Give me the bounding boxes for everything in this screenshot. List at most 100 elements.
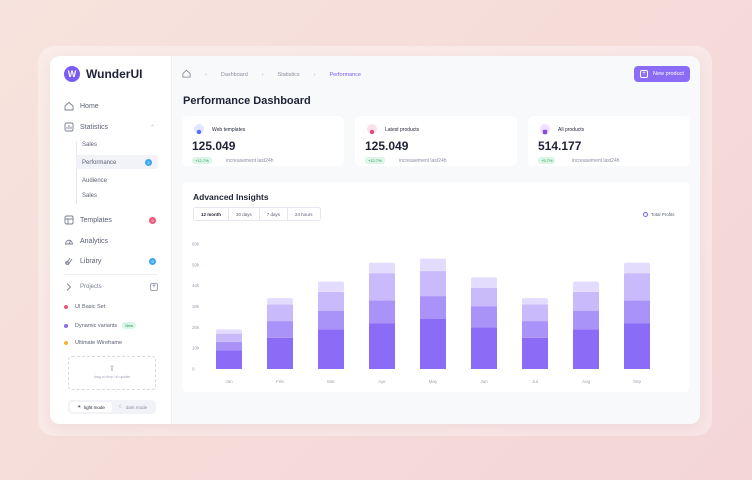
bar-segment-feb-1[interactable]	[267, 337, 293, 369]
chevron-up-icon[interactable]: ⌃	[150, 124, 156, 131]
card-value: 125.049	[192, 139, 236, 153]
breadcrumb-item[interactable]: Statistics	[278, 72, 300, 78]
sidebar-item-label: Statistics	[80, 123, 109, 131]
bar-segment-mar-4[interactable]	[318, 281, 344, 292]
bar-segment-may-3[interactable]	[420, 271, 446, 297]
app-window: W WunderUI Home Statistics ⌃ Sales Perfo…	[50, 56, 700, 424]
card-note: increasement last24h	[226, 158, 274, 164]
project-item[interactable]: Dynamic variants New	[64, 322, 137, 329]
chevron-right-icon: ›	[205, 71, 207, 78]
bar-segment-apr-3[interactable]	[369, 273, 395, 301]
bar-segment-jan-2[interactable]	[216, 341, 242, 351]
sidebar-item-home[interactable]: Home	[64, 101, 160, 111]
chevron-right-icon: ›	[313, 71, 316, 78]
new-product-button[interactable]: + New product	[634, 66, 690, 82]
bar-segment-aug-1[interactable]	[573, 329, 599, 369]
bar-segment-aug-2[interactable]	[573, 310, 599, 330]
bar-segment-jul-4[interactable]	[522, 298, 548, 305]
moon-icon: ☾	[118, 404, 123, 409]
sidebar-item-analytics[interactable]: Analytics	[64, 236, 160, 246]
bar-segment-apr-2[interactable]	[369, 300, 395, 324]
sidebar-item-library[interactable]: Library 9	[64, 256, 160, 266]
bar-segment-jun-4[interactable]	[471, 277, 497, 288]
bar-segment-jan-3[interactable]	[216, 333, 242, 342]
home-icon[interactable]	[182, 69, 191, 80]
submenu-item-audience[interactable]: Audience	[82, 178, 107, 184]
bar-segment-may-1[interactable]	[420, 319, 446, 369]
bar-segment-mar-3[interactable]	[318, 291, 344, 311]
project-dot	[64, 323, 68, 328]
bar-segment-apr-1[interactable]	[369, 323, 395, 369]
bar-segment-aug-4[interactable]	[573, 281, 599, 292]
x-tick-label: Mar	[327, 379, 335, 384]
bar-segment-sep-1[interactable]	[624, 323, 650, 369]
card-label: All products	[558, 127, 585, 133]
web-templates-icon	[194, 124, 204, 135]
submenu-item-sales[interactable]: Sales	[82, 142, 97, 148]
sidebar-item-label: Analytics	[80, 237, 109, 245]
projects-header: Projects +	[64, 282, 160, 292]
project-label: Dynamic variants	[75, 322, 118, 329]
bar-segment-jul-1[interactable]	[522, 337, 548, 369]
sidebar-item-label: Library	[80, 257, 102, 265]
app-name: WunderUI	[86, 67, 143, 81]
bar-segment-sep-2[interactable]	[624, 300, 650, 324]
card-delta: +12.7%	[365, 157, 385, 164]
y-tick-label: 40k	[192, 283, 200, 288]
card-value: 125.049	[365, 139, 409, 153]
bar-segment-jun-1[interactable]	[471, 327, 497, 369]
y-tick-label: 60k	[192, 242, 200, 247]
sidebar-item-label: Templates	[80, 216, 112, 224]
project-dot	[64, 305, 68, 309]
bar-segment-jan-1[interactable]	[216, 350, 242, 369]
breadcrumb-item[interactable]: Dashboard	[221, 72, 248, 78]
bar-segment-aug-3[interactable]	[573, 291, 599, 311]
analytics-icon	[64, 236, 74, 246]
submenu-item-sales-2[interactable]: Sales	[82, 193, 97, 199]
x-tick-label: Jun	[480, 379, 488, 384]
bar-segment-jul-3[interactable]	[522, 304, 548, 322]
sidebar-item-label: Home	[80, 102, 99, 110]
project-item[interactable]: Ultimate Wireframe	[64, 340, 122, 346]
new-tag: New	[122, 322, 137, 329]
bar-segment-feb-2[interactable]	[267, 321, 293, 338]
breadcrumb-item-current: Performance	[329, 71, 361, 78]
bar-segment-sep-3[interactable]	[624, 273, 650, 301]
bar-segment-feb-3[interactable]	[267, 304, 293, 322]
upload-dropzone[interactable]: ⇪ drag to drop / to update	[68, 356, 156, 390]
bar-segment-sep-4[interactable]	[624, 262, 650, 274]
x-tick-label: Sep	[633, 379, 642, 384]
submenu-line	[76, 142, 77, 204]
card-value: 514.177	[538, 139, 582, 153]
bar-segment-may-4[interactable]	[420, 258, 446, 272]
plus-icon: +	[640, 70, 649, 78]
bar-segment-apr-4[interactable]	[369, 262, 395, 274]
sidebar-item-templates[interactable]: Templates 9	[64, 215, 160, 225]
sidebar-item-statistics[interactable]: Statistics ⌃	[64, 122, 160, 132]
dark-mode-button[interactable]: ☾ dark mode	[112, 402, 154, 412]
bar-segment-jun-2[interactable]	[471, 306, 497, 328]
submenu-item-performance[interactable]: Performance	[82, 160, 116, 166]
bar-segment-jan-4[interactable]	[216, 329, 242, 334]
bar-segment-mar-1[interactable]	[318, 329, 344, 369]
card-note: increasement last24h	[572, 158, 620, 164]
bar-segment-jun-3[interactable]	[471, 287, 497, 307]
breadcrumb: › Dashboard › Statistics › Performance	[182, 69, 361, 80]
chevron-right-icon: ›	[261, 71, 264, 78]
light-mode-button[interactable]: ☀ light mode	[70, 402, 112, 412]
logo[interactable]: W WunderUI	[64, 66, 142, 82]
bar-segment-may-2[interactable]	[420, 296, 446, 319]
bar-segment-feb-4[interactable]	[267, 298, 293, 305]
y-tick-label: 10k	[192, 346, 200, 351]
bar-segment-jul-2[interactable]	[522, 321, 548, 338]
sidebar-divider	[64, 274, 158, 275]
project-item[interactable]: UI Basic Set	[64, 304, 105, 310]
home-icon	[64, 101, 74, 111]
page-title: Performance Dashboard	[183, 95, 311, 107]
add-project-icon[interactable]: +	[150, 283, 158, 291]
all-products-icon	[540, 124, 550, 135]
bar-segment-mar-2[interactable]	[318, 310, 344, 330]
stat-card-latest-products: Latest products 125.049 +12.7% increasem…	[355, 116, 517, 166]
stat-card-web-templates: Web templates 125.049 +12.7% increasemen…	[182, 116, 344, 166]
x-tick-label: May	[429, 379, 438, 384]
